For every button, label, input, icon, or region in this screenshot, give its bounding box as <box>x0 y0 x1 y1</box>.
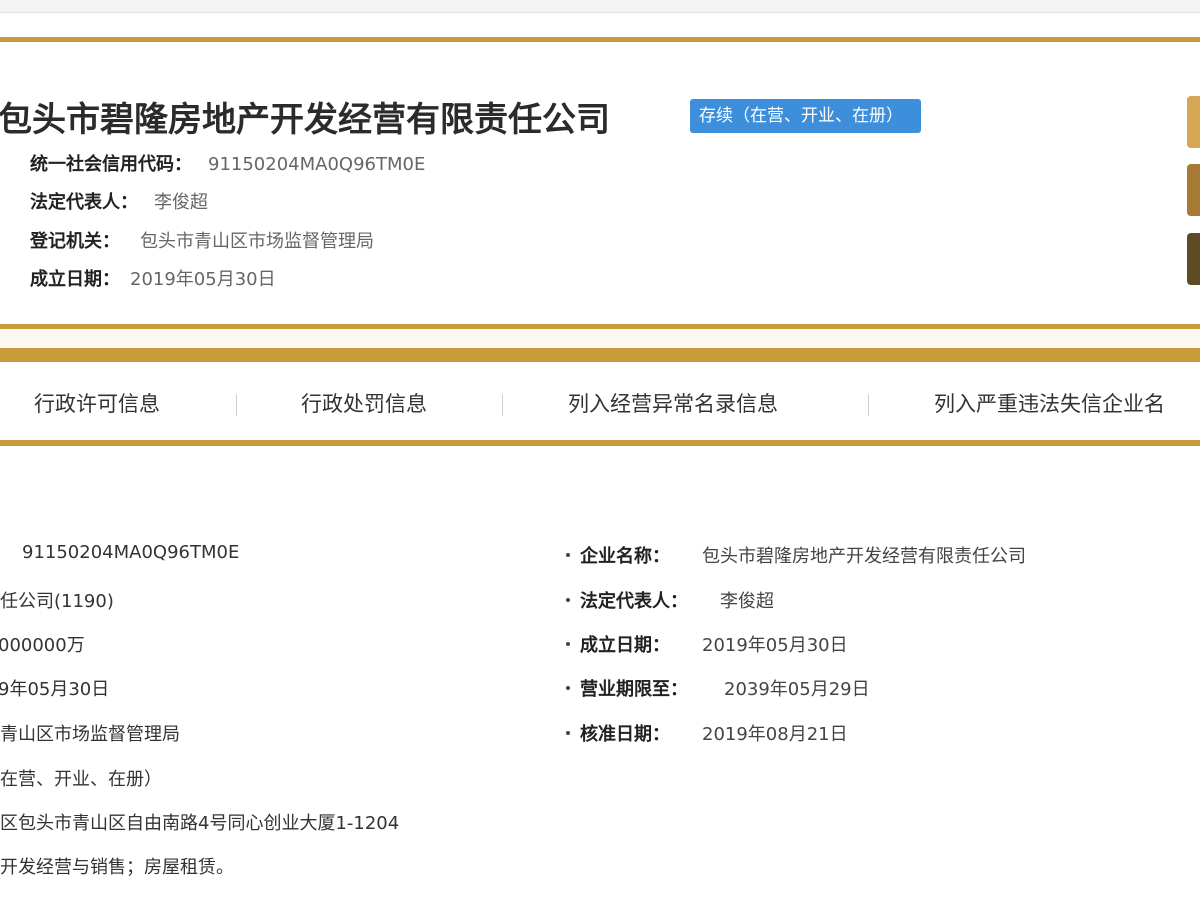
bullet-icon <box>566 686 570 690</box>
tab-serious-violation[interactable]: 列入严重违法失信企业名 <box>934 388 1165 418</box>
detail-label: 营业期限至： <box>580 679 688 700</box>
info-label: 成立日期： <box>30 269 120 290</box>
info-value: 2019年05月30日 <box>130 269 276 290</box>
top-strip <box>0 0 1200 13</box>
detail-label: 法定代表人： <box>580 591 688 612</box>
detail-left-status: 在营、开业、在册） <box>0 769 162 790</box>
detail-right-approval-date: 核准日期： 2019年08月21日 <box>566 720 848 746</box>
detail-right-legal-rep: 法定代表人： 李俊超 <box>566 587 774 613</box>
tabs-top-border <box>0 348 1200 362</box>
detail-label: 企业名称： <box>580 546 670 567</box>
tab-separator <box>236 394 237 416</box>
detail-left-established: 9年05月30日 <box>0 679 110 700</box>
info-label: 法定代表人： <box>30 192 138 213</box>
detail-left-credit-code: 91150204MA0Q96TM0E <box>22 542 240 563</box>
tab-bar: 行政许可信息 行政处罚信息 列入经营异常名录信息 列入严重违法失信企业名 <box>0 362 1200 440</box>
info-label: 登记机关： <box>30 231 120 252</box>
info-value: 91150204MA0Q96TM0E <box>208 154 426 175</box>
detail-value: 包头市碧隆房地产开发经营有限责任公司 <box>702 546 1026 567</box>
info-value: 李俊超 <box>154 192 208 213</box>
detail-label: 成立日期： <box>580 635 670 656</box>
side-action-button-1[interactable] <box>1187 96 1200 148</box>
bullet-icon <box>566 553 570 557</box>
info-value: 包头市青山区市场监督管理局 <box>140 231 374 252</box>
detail-left-registry: 青山区市场监督管理局 <box>0 724 180 745</box>
info-row-legal-rep: 法定代表人： 李俊超 <box>30 188 208 214</box>
detail-left-business-scope: 开发经营与销售；房屋租赁。 <box>0 857 234 878</box>
bullet-icon <box>566 598 570 602</box>
detail-left-address: 区包头市青山区自由南路4号同心创业大厦1-1204 <box>0 813 400 834</box>
detail-value: 李俊超 <box>720 591 774 612</box>
tabs-bottom-border <box>0 440 1200 446</box>
detail-value: 2039年05月29日 <box>724 679 870 700</box>
page: 包头市碧隆房地产开发经营有限责任公司 存续（在营、开业、在册） 统一社会信用代码… <box>0 0 1200 900</box>
info-row-established: 成立日期： 2019年05月30日 <box>30 265 276 291</box>
bullet-icon <box>566 731 570 735</box>
detail-right-established: 成立日期： 2019年05月30日 <box>566 631 848 657</box>
detail-label: 核准日期： <box>580 724 670 745</box>
section-gap <box>0 329 1200 348</box>
info-label: 统一社会信用代码： <box>30 154 192 175</box>
company-name-title: 包头市碧隆房地产开发经营有限责任公司 <box>0 100 610 140</box>
tab-separator <box>868 394 869 416</box>
detail-right-business-term: 营业期限至： 2039年05月29日 <box>566 675 870 701</box>
info-row-registry: 登记机关： 包头市青山区市场监督管理局 <box>30 227 374 253</box>
header-top-border <box>0 37 1200 42</box>
status-badge: 存续（在营、开业、在册） <box>690 99 921 133</box>
detail-left-company-type: 任公司(1190) <box>0 591 114 612</box>
info-row-credit-code: 统一社会信用代码： 91150204MA0Q96TM0E <box>30 150 425 176</box>
detail-left-capital: 000000万 <box>0 635 85 656</box>
side-action-button-2[interactable] <box>1187 164 1200 216</box>
detail-value: 2019年05月30日 <box>702 635 848 656</box>
bullet-icon <box>566 642 570 646</box>
detail-value: 2019年08月21日 <box>702 724 848 745</box>
tab-abnormal-operation[interactable]: 列入经营异常名录信息 <box>568 388 778 418</box>
tab-separator <box>502 394 503 416</box>
tab-administrative-penalty[interactable]: 行政处罚信息 <box>301 388 427 418</box>
detail-right-company-name: 企业名称： 包头市碧隆房地产开发经营有限责任公司 <box>566 542 1026 568</box>
side-action-button-3[interactable] <box>1187 233 1200 285</box>
tab-administrative-license[interactable]: 行政许可信息 <box>34 388 160 418</box>
